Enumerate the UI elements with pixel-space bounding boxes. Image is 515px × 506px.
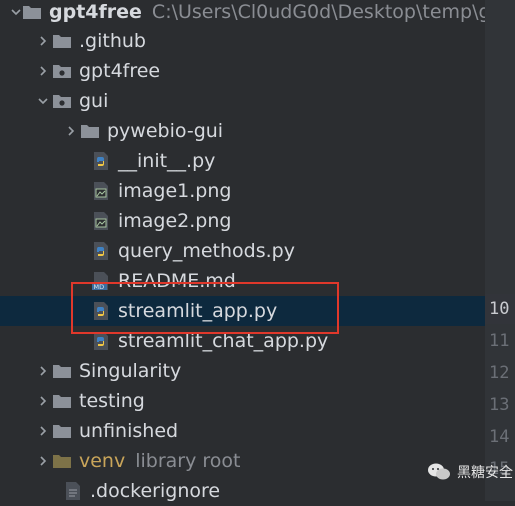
- python-file-icon: [91, 150, 111, 172]
- tree-item-label: gpt4free: [79, 60, 161, 82]
- tree-item-query-methods[interactable]: query_methods.py: [0, 236, 485, 266]
- tree-item-label: streamlit_app.py: [118, 300, 278, 322]
- watermark-text: 黑糖安全: [457, 465, 513, 481]
- image-file-icon: [91, 180, 111, 202]
- line-number: 11: [489, 331, 510, 351]
- tree-item-unfinished[interactable]: unfinished: [0, 416, 485, 446]
- tree-item-venv[interactable]: venv library root: [0, 446, 485, 476]
- project-name: gpt4free: [49, 1, 142, 23]
- tree-item-label: Singularity: [79, 360, 182, 382]
- tree-item-label: query_methods.py: [118, 240, 295, 262]
- folder-icon: [52, 450, 72, 472]
- chevron-down-icon[interactable]: [34, 86, 52, 116]
- chevron-right-icon[interactable]: [34, 446, 52, 476]
- svg-text:MD: MD: [94, 283, 105, 291]
- tree-item-label: .dockerignore: [90, 480, 221, 502]
- editor-gutter: 10 11 12 13 14 15: [485, 0, 515, 501]
- chevron-right-icon[interactable]: [34, 56, 52, 86]
- tree-item-pywebio-gui[interactable]: pywebio-gui: [0, 116, 485, 146]
- tree-item-image2[interactable]: image2.png: [0, 206, 485, 236]
- line-number: 13: [489, 395, 510, 415]
- folder-icon: [52, 30, 72, 52]
- tree-item-label: __init__.py: [118, 150, 216, 172]
- tree-item-label: testing: [79, 390, 145, 412]
- folder-icon: [52, 420, 72, 442]
- tree-item-streamlit-chat-app[interactable]: streamlit_chat_app.py: [0, 326, 485, 356]
- tree-item-gui[interactable]: gui: [0, 86, 485, 116]
- python-file-icon: [91, 240, 111, 262]
- line-number: 10: [489, 299, 510, 319]
- markdown-file-icon: MD: [91, 270, 111, 292]
- tree-item-gpt4free[interactable]: gpt4free: [0, 56, 485, 86]
- watermark: 黑糖安全: [427, 462, 513, 482]
- project-path: C:\Users\Cl0udG0d\Desktop\temp\gpt: [151, 1, 511, 23]
- folder-icon: [52, 360, 72, 382]
- image-file-icon: [91, 210, 111, 232]
- package-folder-icon: [52, 60, 72, 82]
- tree-item-label: pywebio-gui: [107, 120, 224, 142]
- tree-item-label: README.md: [118, 270, 236, 292]
- tree-item-readme[interactable]: MD README.md: [0, 266, 485, 296]
- chevron-right-icon[interactable]: [62, 116, 80, 146]
- tree-item-label: gui: [79, 90, 109, 112]
- tree-item-label: unfinished: [79, 420, 179, 442]
- line-number: 12: [489, 363, 510, 383]
- tree-root-gpt4free[interactable]: gpt4free C:\Users\Cl0udG0d\Desktop\temp\…: [0, 0, 510, 27]
- chevron-right-icon[interactable]: [34, 416, 52, 446]
- project-tree-panel: gpt4free C:\Users\Cl0udG0d\Desktop\temp\…: [0, 0, 510, 502]
- tree-item-label: .github: [79, 30, 146, 52]
- tree-item-testing[interactable]: testing: [0, 386, 485, 416]
- chevron-down-icon[interactable]: [10, 0, 22, 27]
- tree-item-singularity[interactable]: Singularity: [0, 356, 485, 386]
- tree-item-label: venv: [79, 450, 126, 472]
- tree-item-image1[interactable]: image1.png: [0, 176, 485, 206]
- wechat-icon: [427, 462, 451, 482]
- tree-item-label: image2.png: [118, 210, 232, 232]
- folder-icon: [22, 1, 42, 23]
- chevron-right-icon[interactable]: [34, 386, 52, 416]
- library-root-hint: library root: [135, 450, 241, 472]
- line-number: 14: [489, 427, 510, 447]
- folder-icon: [52, 390, 72, 412]
- tree-item-label: image1.png: [118, 180, 232, 202]
- folder-icon: [80, 120, 100, 142]
- python-file-icon: [91, 330, 111, 352]
- tree-item-github[interactable]: .github: [0, 26, 485, 56]
- tree-item-streamlit-app[interactable]: streamlit_app.py: [0, 296, 485, 326]
- python-file-icon: [91, 300, 111, 322]
- chevron-right-icon[interactable]: [34, 356, 52, 386]
- chevron-right-icon[interactable]: [34, 26, 52, 56]
- tree-item-init-py[interactable]: __init__.py: [0, 146, 485, 176]
- tree-item-label: streamlit_chat_app.py: [118, 330, 329, 352]
- package-folder-icon: [52, 90, 72, 112]
- file-icon: [63, 480, 83, 502]
- tree-item-dockerignore[interactable]: .dockerignore: [0, 476, 485, 506]
